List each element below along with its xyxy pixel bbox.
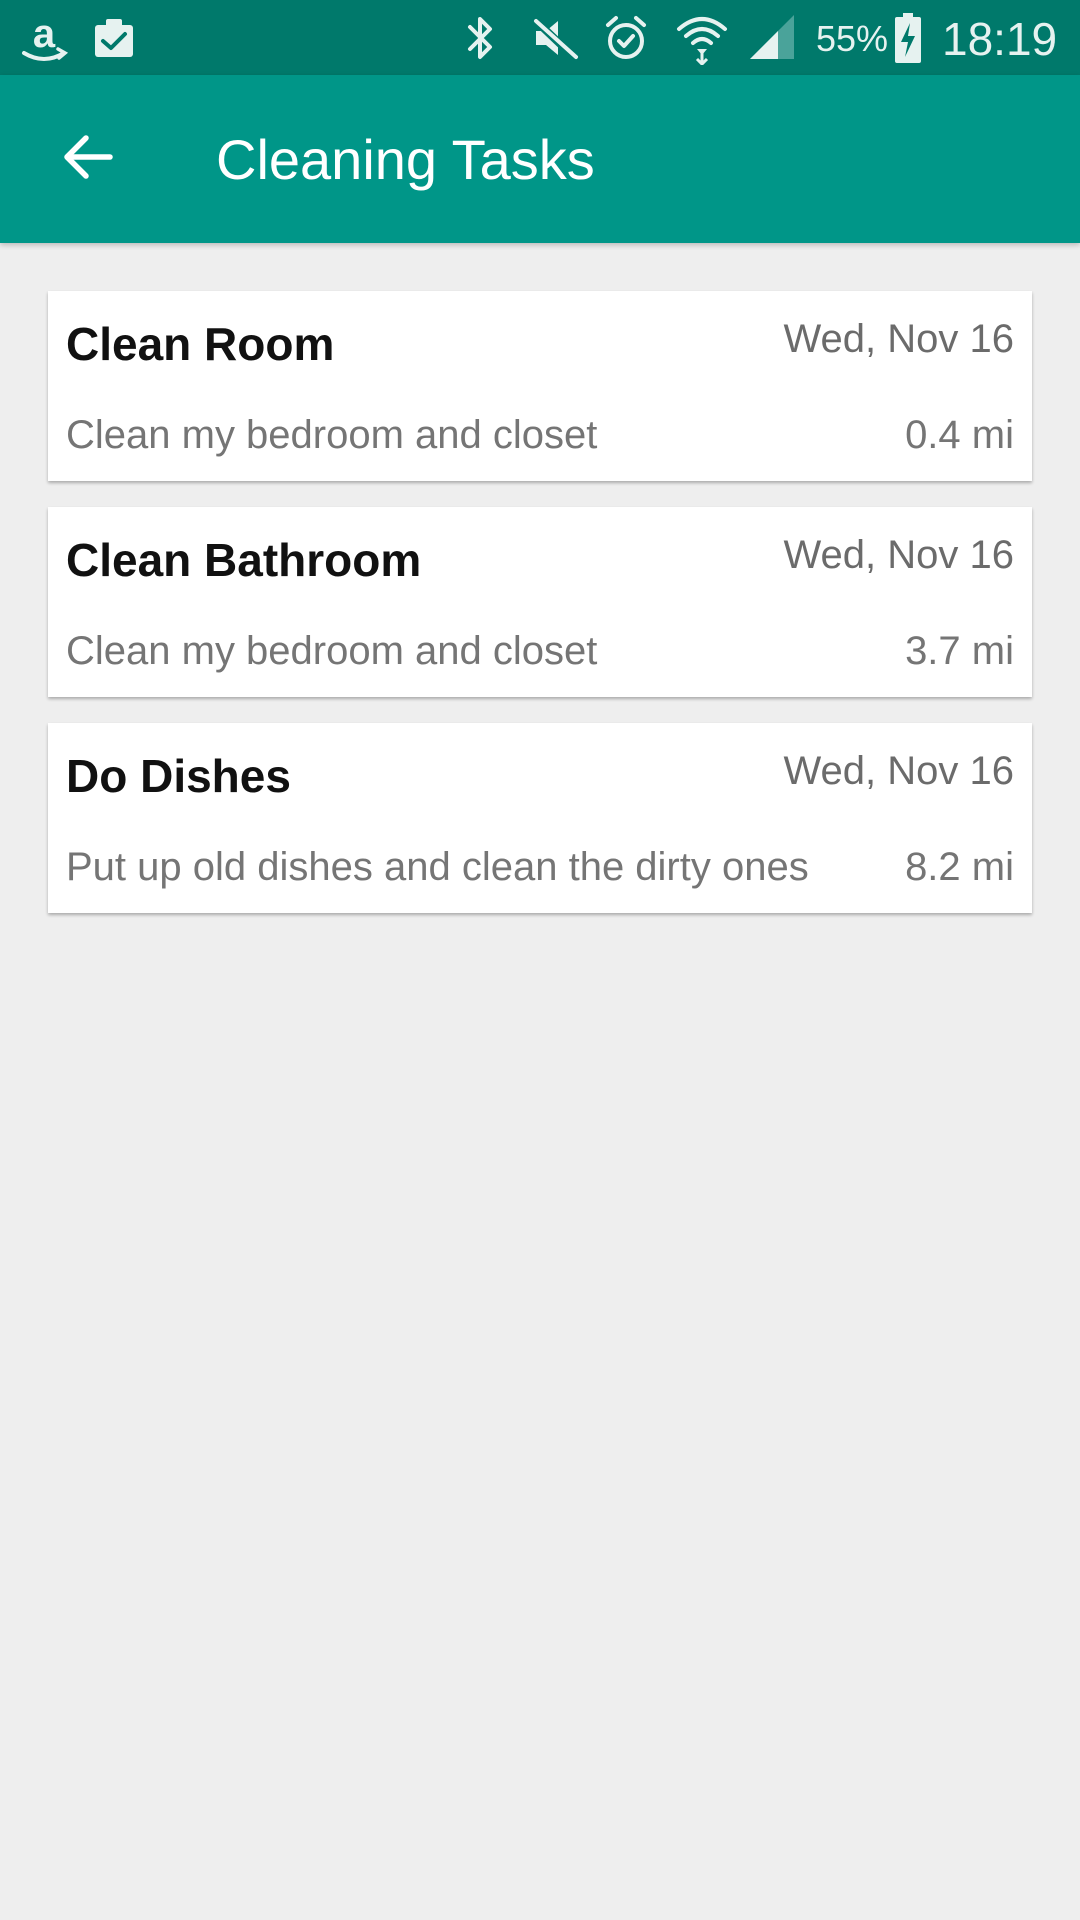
clipboard-check-icon xyxy=(90,0,138,75)
amazon-icon: a xyxy=(16,0,72,75)
task-date: Wed, Nov 16 xyxy=(783,749,1015,793)
task-title: Do Dishes xyxy=(66,750,291,802)
alarm-icon xyxy=(602,0,650,75)
back-button[interactable] xyxy=(40,111,136,207)
task-date: Wed, Nov 16 xyxy=(783,317,1015,361)
app-bar: Cleaning Tasks xyxy=(0,75,1080,243)
task-distance: 8.2 mi xyxy=(905,845,1014,889)
task-title: Clean Bathroom xyxy=(66,534,422,586)
battery-charging-icon xyxy=(892,0,924,75)
task-description: Put up old dishes and clean the dirty on… xyxy=(66,845,809,889)
task-card[interactable]: Clean Room Wed, Nov 16 Clean my bedroom … xyxy=(48,291,1032,481)
svg-text:a: a xyxy=(33,12,56,56)
status-bar: a 55% 18:19 xyxy=(0,0,1080,75)
battery-percent: 55% xyxy=(816,18,889,59)
task-card[interactable]: Do Dishes Wed, Nov 16 Put up old dishes … xyxy=(48,723,1032,913)
task-description: Clean my bedroom and closet xyxy=(66,413,598,457)
task-distance: 0.4 mi xyxy=(905,413,1014,457)
clock: 18:19 xyxy=(942,13,1058,65)
wifi-icon xyxy=(674,0,730,75)
signal-icon xyxy=(748,0,798,75)
task-list: Clean Room Wed, Nov 16 Clean my bedroom … xyxy=(48,291,1032,939)
bluetooth-icon xyxy=(460,0,500,75)
task-date: Wed, Nov 16 xyxy=(783,533,1015,577)
task-card[interactable]: Clean Bathroom Wed, Nov 16 Clean my bedr… xyxy=(48,507,1032,697)
arrow-back-icon xyxy=(62,133,114,186)
page-title: Cleaning Tasks xyxy=(216,128,595,191)
task-description: Clean my bedroom and closet xyxy=(66,629,598,673)
mute-icon xyxy=(530,0,580,75)
task-distance: 3.7 mi xyxy=(905,629,1014,673)
task-title: Clean Room xyxy=(66,318,335,370)
